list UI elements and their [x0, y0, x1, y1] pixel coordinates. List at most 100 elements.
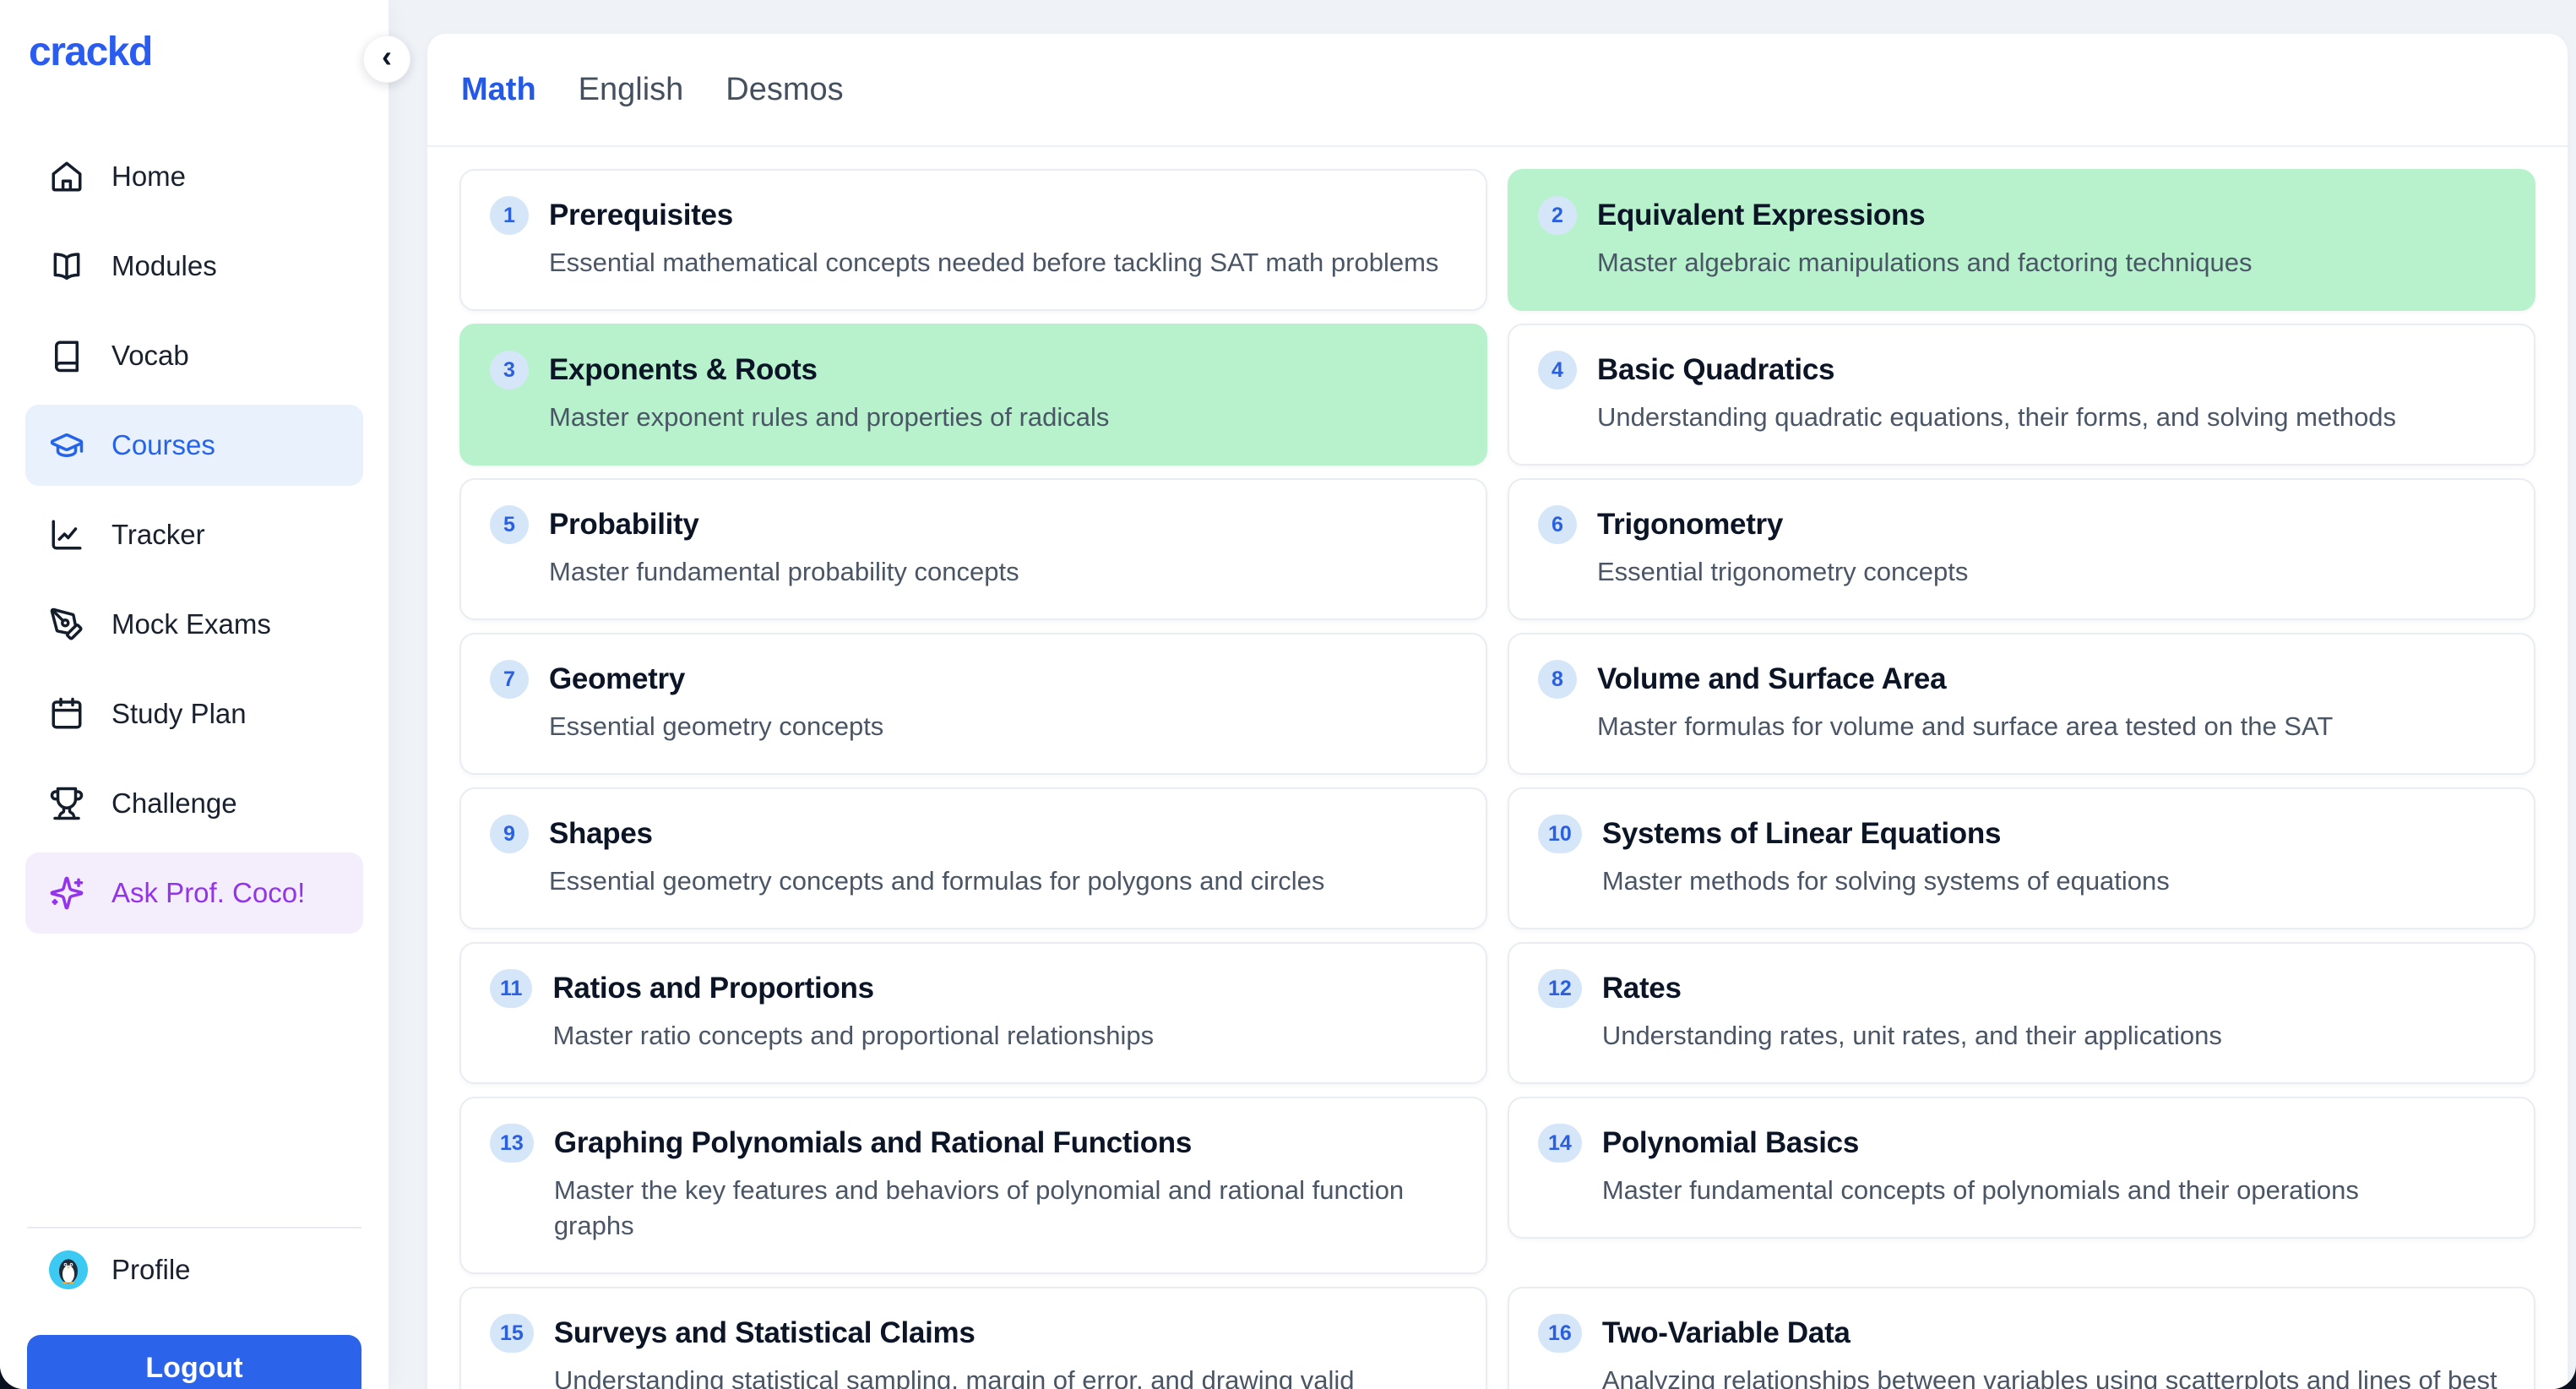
course-card-two-variable-data[interactable]: 16 Two-Variable Data Analyzing relationshi… — [1508, 1287, 2535, 1389]
calendar-icon — [49, 696, 84, 732]
course-number-badge: 11 — [490, 969, 532, 1008]
sidebar-item-label: Mock Exams — [111, 608, 271, 640]
graduation-cap-icon — [49, 428, 84, 463]
course-title: Prerequisites — [549, 199, 1457, 232]
course-description: Essential geometry concepts and formulas… — [549, 863, 1457, 899]
sidebar-item-modules[interactable]: Modules — [25, 226, 363, 307]
course-number-badge: 1 — [490, 196, 529, 235]
sidebar-item-tracker[interactable]: Tracker — [25, 494, 363, 575]
tab-math[interactable]: Math — [461, 72, 536, 108]
sidebar-item-label: Courses — [111, 429, 215, 461]
course-description: Master the key features and behaviors of… — [554, 1173, 1457, 1244]
course-number-badge: 13 — [490, 1124, 534, 1163]
sidebar-item-label: Ask Prof. Coco! — [111, 877, 305, 909]
sidebar-item-label: Challenge — [111, 787, 237, 820]
course-title: Exponents & Roots — [549, 353, 1457, 387]
profile-label: Profile — [111, 1254, 191, 1286]
course-card-shapes[interactable]: 9 Shapes Essential geometry concepts and f… — [459, 787, 1487, 929]
course-card-exponents-roots[interactable]: 3 Exponents & Roots Master exponent rules … — [459, 324, 1487, 466]
app-logo: crackd — [0, 0, 389, 75]
course-card-prerequisites[interactable]: 1 Prerequisites Essential mathematical con… — [459, 169, 1487, 311]
course-number-badge: 3 — [490, 351, 529, 389]
logout-button[interactable]: Logout — [27, 1335, 361, 1389]
pen-nib-icon — [49, 607, 84, 642]
course-card-surveys-and-statistical-claims[interactable]: 15 Surveys and Statistical Claims Understa… — [459, 1287, 1487, 1389]
course-card-rates[interactable]: 12 Rates Understanding rates, unit rates, … — [1508, 942, 2535, 1084]
course-description: Master ratio concepts and proportional r… — [552, 1018, 1457, 1054]
course-title: Basic Quadratics — [1597, 353, 2505, 387]
course-title: Ratios and Proportions — [552, 972, 1457, 1005]
sidebar-item-vocab[interactable]: Vocab — [25, 315, 363, 396]
course-title: Surveys and Statistical Claims — [554, 1316, 1457, 1350]
course-description: Master exponent rules and properties of … — [549, 400, 1457, 435]
main-panel: Math English Desmos 1 Prerequisites Essentia… — [427, 34, 2568, 1389]
chart-line-icon — [49, 517, 84, 553]
course-number-badge: 12 — [1538, 969, 1582, 1008]
course-description: Essential mathematical concepts needed b… — [549, 245, 1457, 281]
sidebar-item-ask-prof-coco[interactable]: Ask Prof. Coco! — [25, 852, 363, 934]
sidebar-item-study-plan[interactable]: Study Plan — [25, 673, 363, 754]
chevron-left-icon: ‹ — [382, 39, 392, 74]
course-card-graphing-polynomials-and-rational-functions[interactable]: 13Graphing Polynomials and Rational Func… — [459, 1097, 1487, 1274]
course-title: Probability — [549, 508, 1457, 542]
course-description: Understanding quadratic equations, their… — [1597, 400, 2505, 435]
course-number-badge: 5 — [490, 505, 529, 544]
course-number-badge: 7 — [490, 660, 529, 699]
sidebar-item-challenge[interactable]: Challenge — [25, 763, 363, 844]
sidebar-item-label: Modules — [111, 250, 217, 282]
course-description: Understanding statistical sampling, marg… — [554, 1363, 1457, 1389]
sparkles-icon — [49, 875, 84, 911]
sidebar-item-profile[interactable]: Profile — [25, 1242, 363, 1298]
course-number-badge: 2 — [1538, 196, 1577, 235]
course-number-badge: 4 — [1538, 351, 1577, 389]
trophy-icon — [49, 786, 84, 821]
course-title: Rates — [1602, 972, 2505, 1005]
sidebar-item-home[interactable]: Home — [25, 136, 363, 217]
course-description: Master fundamental probability concepts — [549, 554, 1457, 590]
course-card-equivalent-expressions[interactable]: 2 Equivalent Expressions Master algebraic … — [1508, 169, 2535, 311]
sidebar-collapse-button[interactable]: ‹ — [363, 35, 410, 83]
sidebar-item-courses[interactable]: Courses — [25, 405, 363, 486]
course-description: Essential trigonometry concepts — [1597, 554, 2505, 590]
course-title: Trigonometry — [1597, 508, 2505, 542]
course-description: Master algebraic manipulations and facto… — [1597, 245, 2505, 281]
course-number-badge: 6 — [1538, 505, 1577, 544]
course-grid: 1 Prerequisites Essential mathematical con… — [427, 147, 2568, 1389]
course-title: Volume and Surface Area — [1597, 662, 2505, 696]
course-description: Essential geometry concepts — [549, 709, 1457, 744]
course-card-geometry[interactable]: 7GeometryEssential geometry concepts — [459, 633, 1487, 775]
course-card-ratios-and-proportions[interactable]: 11 Ratios and Proportions Master ratio con… — [459, 942, 1487, 1084]
home-icon — [49, 159, 84, 194]
course-title: Polynomial Basics — [1602, 1126, 2505, 1160]
sidebar-item-label: Study Plan — [111, 698, 247, 730]
app-root: crackd Home Modules Vocab Courses Tracker Moc… — [0, 0, 2576, 1389]
course-title: Equivalent Expressions — [1597, 199, 2505, 232]
course-number-badge: 9 — [490, 814, 529, 853]
course-title: Shapes — [549, 817, 1457, 851]
course-description: Master fundamental concepts of polynomia… — [1602, 1173, 2505, 1208]
sidebar: crackd Home Modules Vocab Courses Tracker Moc… — [0, 0, 389, 1389]
course-number-badge: 15 — [490, 1314, 534, 1353]
course-card-probability[interactable]: 5 Probability Master fundamental probabili… — [459, 478, 1487, 620]
sidebar-item-label: Tracker — [111, 519, 205, 551]
course-card-trigonometry[interactable]: 6 Trigonometry Essential trigonometry conc… — [1508, 478, 2535, 620]
sidebar-item-mock-exams[interactable]: Mock Exams — [25, 584, 363, 665]
penguin-avatar — [49, 1250, 88, 1289]
course-description: Analyzing relationships between variable… — [1602, 1363, 2505, 1389]
course-number-badge: 10 — [1538, 814, 1582, 853]
sidebar-item-label: Home — [111, 161, 186, 193]
course-card-basic-quadratics[interactable]: 4 Basic Quadratics Understanding quadratic… — [1508, 324, 2535, 466]
course-number-badge: 14 — [1538, 1124, 1582, 1163]
course-card-volume-and-surface-area[interactable]: 8 Volume and Surface Area Master formulas … — [1508, 633, 2535, 775]
course-description: Master formulas for volume and surface a… — [1597, 709, 2505, 744]
course-card-systems-of-linear-equations[interactable]: 10Systems of Linear EquationsMaster meth… — [1508, 787, 2535, 929]
sidebar-item-label: Vocab — [111, 340, 189, 372]
course-title: Two-Variable Data — [1602, 1316, 2505, 1350]
tab-english[interactable]: English — [579, 72, 684, 108]
tab-desmos[interactable]: Desmos — [726, 72, 843, 108]
course-number-badge: 16 — [1538, 1314, 1582, 1353]
course-description: Understanding rates, unit rates, and the… — [1602, 1018, 2505, 1054]
course-card-polynomial-basics[interactable]: 14 Polynomial Basics Master fundamental co… — [1508, 1097, 2535, 1239]
course-number-badge: 8 — [1538, 660, 1577, 699]
subject-tabs: Math English Desmos — [427, 34, 2568, 147]
